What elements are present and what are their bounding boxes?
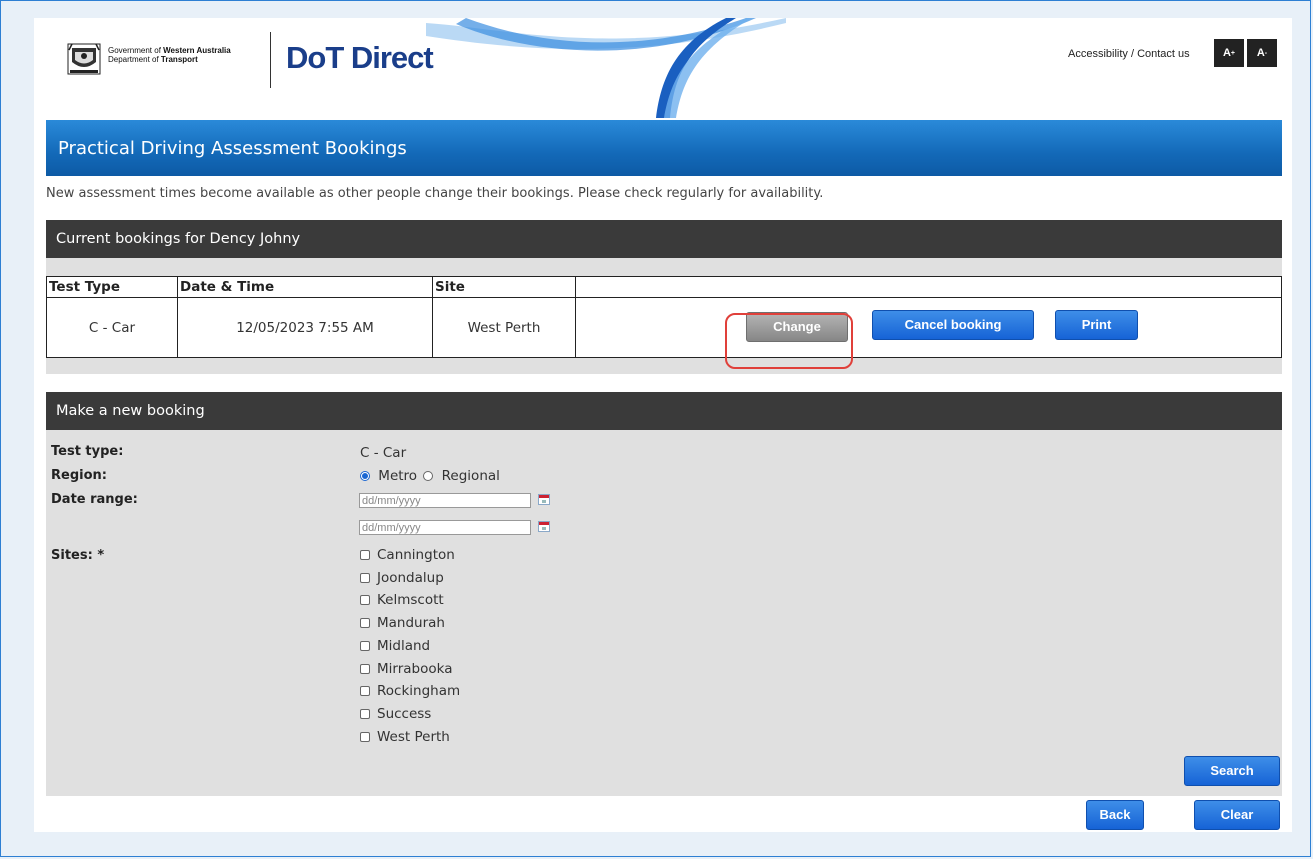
site-header: Government of Western Australia Departme…	[46, 18, 1284, 118]
site-option-success[interactable]: Success	[360, 706, 431, 722]
sites-label: Sites: *	[51, 548, 105, 563]
site-option-mirrabooka[interactable]: Mirrabooka	[360, 661, 452, 677]
dot-direct-logo: DoT Direct	[286, 40, 434, 75]
font-increase-button[interactable]: A +	[1214, 39, 1244, 67]
site-checkbox[interactable]	[360, 664, 370, 674]
header-divider	[270, 32, 271, 88]
bookings-table: Test Type Date & Time Site C - Car 12/05…	[46, 276, 1282, 358]
col-site: Site	[432, 276, 576, 298]
site-option-rockingham[interactable]: Rockingham	[360, 683, 460, 699]
booking-site: West Perth	[432, 297, 576, 358]
test-type-label: Test type:	[51, 444, 124, 459]
site-checkbox[interactable]	[360, 641, 370, 651]
site-option-joondalup[interactable]: Joondalup	[360, 570, 444, 586]
site-checkbox[interactable]	[360, 618, 370, 628]
site-option-kelmscott[interactable]: Kelmscott	[360, 592, 444, 608]
date-to-input[interactable]: dd/mm/yyyy	[359, 520, 531, 535]
page-title: Practical Driving Assessment Bookings	[58, 137, 407, 159]
date-from-input[interactable]: dd/mm/yyyy	[359, 493, 531, 508]
font-decrease-button[interactable]: A-	[1247, 39, 1277, 67]
change-highlight-box	[725, 313, 853, 369]
site-checkbox[interactable]	[360, 550, 370, 560]
booking-date-time: 12/05/2023 7:55 AM	[177, 297, 433, 358]
col-test-type: Test Type	[46, 276, 178, 298]
header-swoosh-graphic	[426, 18, 786, 118]
wa-crest-icon	[67, 43, 101, 75]
search-button[interactable]: Search	[1184, 756, 1280, 786]
current-bookings-panel: Test Type Date & Time Site C - Car 12/05…	[46, 258, 1282, 374]
calendar-icon[interactable]	[538, 521, 550, 532]
back-button[interactable]: Back	[1086, 800, 1144, 830]
col-date-time: Date & Time	[177, 276, 433, 298]
site-checkbox[interactable]	[360, 573, 370, 583]
col-actions	[575, 276, 1282, 298]
new-booking-title: Make a new booking	[56, 403, 205, 419]
current-bookings-title: Current bookings for Dency Johny	[56, 231, 301, 247]
site-checkbox[interactable]	[360, 686, 370, 696]
page-title-banner: Practical Driving Assessment Bookings	[46, 120, 1282, 176]
intro-text: New assessment times become available as…	[46, 186, 824, 201]
region-radio-group: Metro Regional	[360, 468, 500, 484]
calendar-icon[interactable]	[538, 494, 550, 505]
page: Government of Western Australia Departme…	[34, 18, 1292, 832]
government-label: Government of Western Australia Departme…	[108, 46, 231, 64]
region-regional-radio[interactable]	[423, 471, 434, 481]
region-regional-label: Regional	[441, 468, 500, 484]
region-metro-radio[interactable]	[360, 471, 370, 481]
booking-actions: Change Cancel booking Print	[575, 297, 1282, 358]
site-checkbox[interactable]	[360, 732, 370, 742]
test-type-value: C - Car	[360, 445, 407, 461]
site-option-cannington[interactable]: Cannington	[360, 547, 455, 563]
clear-button[interactable]: Clear	[1194, 800, 1280, 830]
table-header-row: Test Type Date & Time Site	[46, 276, 1282, 298]
booking-test-type: C - Car	[46, 297, 178, 358]
region-metro-label: Metro	[378, 468, 418, 484]
current-bookings-heading: Current bookings for Dency Johny	[46, 220, 1282, 258]
date-range-label: Date range:	[51, 492, 138, 507]
new-booking-panel: Test type: C - Car Region: Metro Regiona…	[46, 430, 1282, 796]
cancel-booking-button[interactable]: Cancel booking	[872, 310, 1034, 340]
site-option-west-perth[interactable]: West Perth	[360, 729, 450, 745]
site-option-mandurah[interactable]: Mandurah	[360, 615, 445, 631]
new-booking-heading: Make a new booking	[46, 392, 1282, 430]
accessibility-contact-link[interactable]: Accessibility / Contact us	[1068, 48, 1190, 60]
site-checkbox[interactable]	[360, 595, 370, 605]
print-button[interactable]: Print	[1055, 310, 1138, 340]
table-row: C - Car 12/05/2023 7:55 AM West Perth Ch…	[46, 297, 1282, 358]
site-checkbox[interactable]	[360, 709, 370, 719]
site-option-midland[interactable]: Midland	[360, 638, 430, 654]
region-label: Region:	[51, 468, 107, 483]
